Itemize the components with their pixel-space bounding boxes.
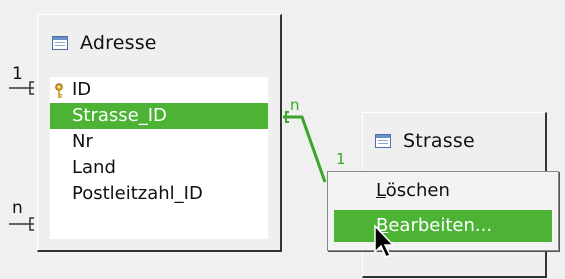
table-header[interactable]: Adresse: [38, 15, 280, 71]
relation-design-canvas: 1 n n 1 Adresse ID Strasse_ID Nr Land Po…: [0, 0, 565, 279]
field-label: Postleitzahl_ID: [72, 183, 203, 204]
table-icon: [52, 36, 68, 50]
table-title: Adresse: [80, 32, 157, 54]
table-title: Strasse: [403, 130, 475, 152]
field-list[interactable]: ID Strasse_ID Nr Land Postleitzahl_ID: [50, 77, 268, 239]
field-label: Nr: [72, 131, 93, 152]
mouse-pointer-icon: [374, 224, 395, 259]
context-menu[interactable]: Löschen Bearbeiten...: [327, 171, 559, 251]
field-row-id[interactable]: ID: [50, 77, 268, 103]
menu-item-mnemonic: L: [376, 180, 386, 201]
field-row-postleitzahl-id[interactable]: Postleitzahl_ID: [50, 181, 268, 207]
menu-item-loeschen[interactable]: Löschen: [334, 175, 552, 207]
menu-item-bearbeiten[interactable]: Bearbeiten...: [334, 210, 552, 242]
relation-link-line[interactable]: [283, 115, 327, 183]
table-icon: [375, 134, 391, 148]
field-label: ID: [72, 79, 92, 100]
field-row-land[interactable]: Land: [50, 155, 268, 181]
menu-item-label-rest: öschen: [385, 180, 450, 201]
table-window-adresse[interactable]: Adresse ID Strasse_ID Nr Land Postleitza…: [37, 14, 282, 252]
relation-cardinality-label: 1: [12, 64, 23, 84]
field-label: Strasse_ID: [72, 105, 167, 126]
relation-cardinality-label: 1: [336, 150, 346, 168]
table-header[interactable]: Strasse: [363, 117, 545, 165]
relation-cardinality-label: n: [290, 96, 300, 114]
menu-item-label-rest: earbeiten...: [388, 215, 493, 236]
field-label: Land: [72, 157, 116, 178]
field-row-strasse-id[interactable]: Strasse_ID: [50, 103, 268, 129]
key-icon: [55, 83, 63, 98]
field-row-nr[interactable]: Nr: [50, 129, 268, 155]
relation-cardinality-label: n: [12, 198, 23, 218]
